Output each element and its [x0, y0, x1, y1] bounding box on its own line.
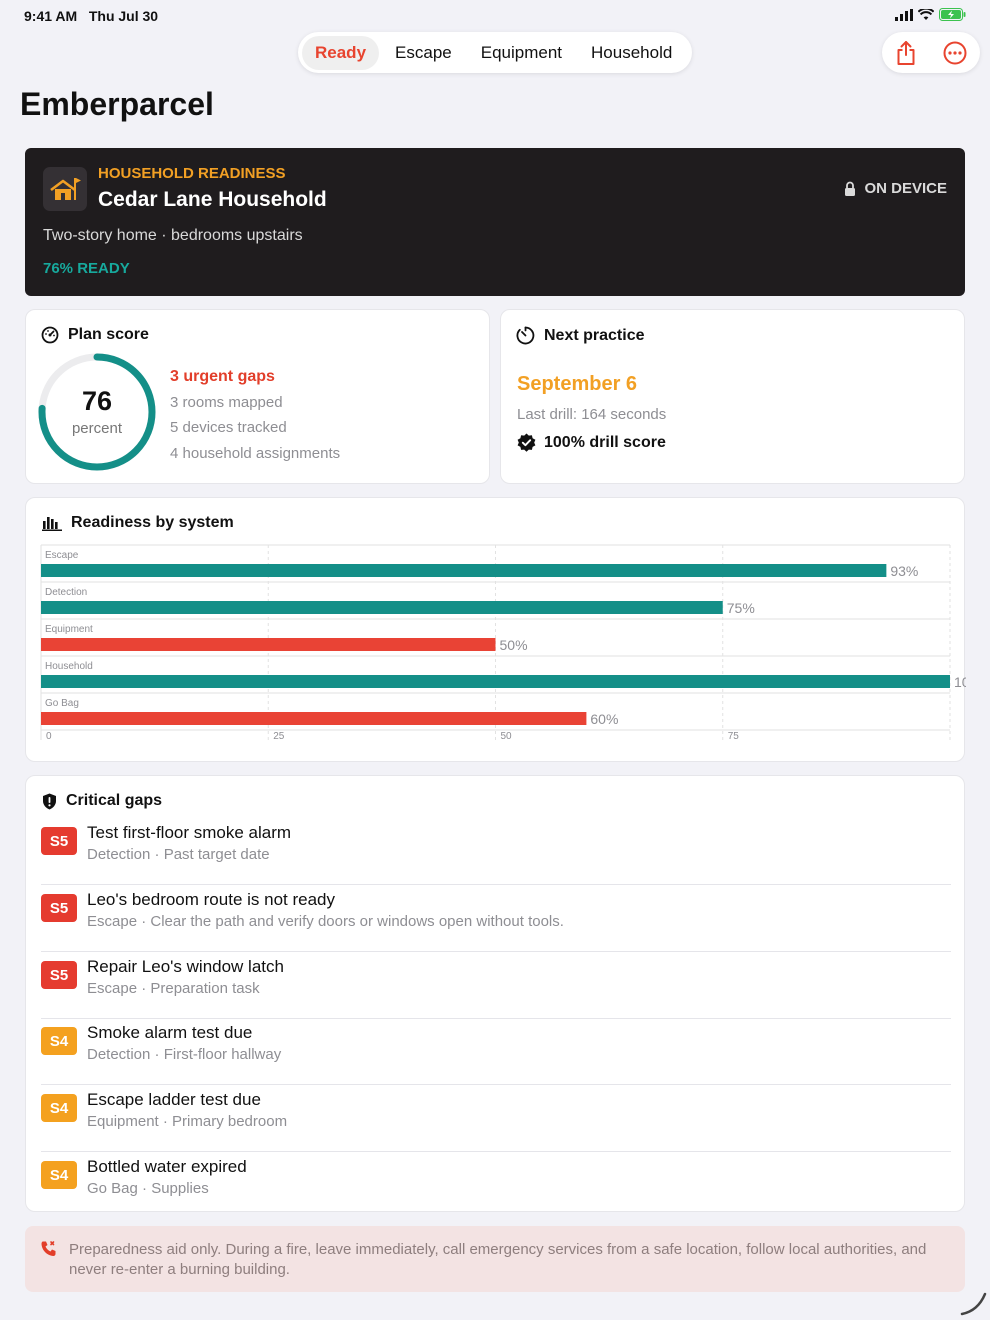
page-title: Emberparcel [20, 86, 214, 122]
plan-score-card: Plan score 76 percent 3 urgent gaps 3 ro… [25, 309, 490, 484]
drill-score: 100% drill score [517, 433, 666, 452]
household-description: Two-story home · bedrooms upstairs [43, 227, 303, 244]
wifi-icon [918, 8, 934, 20]
household-assignments: 4 household assignments [170, 444, 341, 462]
value-label: 50% [500, 637, 528, 653]
critical-gaps-title: Critical gaps [42, 792, 162, 810]
gap-item[interactable]: S5 Leo's bedroom route is not ready Esca… [41, 885, 951, 952]
hero-eyebrow: HOUSEHOLD READINESS [98, 165, 286, 182]
gap-title: Bottled water expired [87, 1157, 247, 1176]
house-flag-icon [43, 167, 87, 211]
category-label: Go Bag [45, 698, 79, 709]
gap-item[interactable]: S4 Escape ladder test due Equipment · Pr… [41, 1085, 951, 1152]
status-bar: 9:41 AM Thu Jul 30 [0, 0, 990, 32]
bar [41, 675, 950, 688]
gap-subtitle: Escape · Clear the path and verify doors… [87, 913, 564, 930]
bar [41, 638, 496, 651]
timer-icon [516, 326, 535, 345]
gap-subtitle: Detection · Past target date [87, 846, 270, 863]
gap-title: Smoke alarm test due [87, 1023, 253, 1042]
safety-disclaimer: Preparedness aid only. During a fire, le… [25, 1226, 965, 1292]
category-label: Household [45, 661, 93, 672]
category-label: Equipment [45, 624, 93, 635]
severity-badge: S4 [41, 1094, 77, 1122]
status-time: 9:41 AM Thu Jul 30 [24, 8, 159, 24]
tab-escape[interactable]: Escape [382, 36, 465, 70]
readiness-chart-card: Readiness by system Escape 93% Detection 75… [25, 497, 966, 762]
next-practice-card: Next practice September 6 Last drill: 16… [500, 309, 965, 484]
value-label: 100% [954, 674, 966, 690]
value-label: 93% [890, 563, 918, 579]
value-label: 75% [727, 600, 755, 616]
value-label: 60% [590, 711, 618, 727]
score-unit: percent [71, 420, 123, 437]
readiness-bar-chart: Escape 93% Detection 75% Equipment 50% Househo… [40, 544, 966, 742]
battery-icon [939, 8, 966, 21]
bar [41, 564, 887, 577]
shield-alert-icon [43, 793, 56, 809]
plan-stats: 3 urgent gaps 3 rooms mapped 5 devices t… [170, 364, 340, 466]
gap-item[interactable]: S4 Smoke alarm test due Detection · Firs… [41, 1018, 951, 1085]
x-tick-label: 75 [728, 731, 740, 742]
x-tick-label: 0 [46, 731, 52, 742]
gap-title: Repair Leo's window latch [87, 957, 284, 976]
corner-indicator [960, 1292, 987, 1316]
checkmark-seal-icon [517, 433, 536, 452]
gap-title: Leo's bedroom route is not ready [87, 890, 336, 909]
last-drill: Last drill: 164 seconds [517, 406, 667, 423]
toolbar [882, 32, 980, 73]
critical-gaps-card: Critical gaps S5 Test first-floor smoke … [25, 775, 965, 1212]
bar [41, 601, 723, 614]
gap-item[interactable]: S5 Repair Leo's window latch Escape · Pr… [41, 952, 951, 1019]
severity-badge: S5 [41, 894, 77, 922]
severity-badge: S5 [41, 961, 77, 989]
household-name: Cedar Lane Household [98, 188, 327, 211]
score-ring: 76 percent [35, 350, 159, 474]
status-icons [895, 8, 966, 21]
next-practice-date: September 6 [517, 373, 638, 395]
more-icon[interactable] [943, 41, 967, 65]
category-label: Detection [45, 587, 87, 598]
share-icon[interactable] [895, 40, 917, 66]
household-summary-card: HOUSEHOLD READINESS Cedar Lane Household… [25, 148, 965, 296]
signal-icon [895, 8, 913, 21]
next-practice-title: Next practice [516, 326, 645, 345]
plan-score-title: Plan score [41, 326, 149, 344]
gauge-icon [41, 326, 59, 344]
gap-subtitle: Escape · Preparation task [87, 980, 260, 997]
bar [41, 712, 587, 725]
gap-title: Test first-floor smoke alarm [87, 823, 292, 842]
severity-badge: S5 [41, 827, 77, 855]
tab-equipment[interactable]: Equipment [468, 36, 575, 70]
disclaimer-text: Preparedness aid only. During a fire, le… [69, 1241, 927, 1278]
gap-subtitle: Equipment · Primary bedroom [87, 1113, 288, 1130]
lock-icon [845, 181, 856, 196]
severity-badge: S4 [41, 1027, 77, 1055]
tab-ready[interactable]: Ready [302, 35, 380, 70]
urgent-gaps[interactable]: 3 urgent gaps [170, 364, 340, 390]
category-label: Escape [45, 550, 79, 561]
x-tick-label: 25 [273, 731, 285, 742]
score-value: 76 [81, 386, 113, 416]
gap-item[interactable]: S4 Bottled water expired Go Bag · Suppli… [41, 1152, 951, 1219]
ready-percentage: 76% READY [43, 260, 130, 277]
section-tabs: Ready Escape Equipment Household [298, 32, 692, 73]
devices-tracked: 5 devices tracked [170, 419, 287, 436]
gap-item[interactable]: S5 Test first-floor smoke alarm Detectio… [41, 818, 951, 885]
gap-subtitle: Go Bag · Supplies [87, 1180, 209, 1197]
rooms-mapped: 3 rooms mapped [170, 393, 283, 411]
severity-badge: S4 [41, 1161, 77, 1189]
on-device-badge: ON DEVICE [844, 180, 947, 197]
gap-title: Escape ladder test due [87, 1090, 261, 1109]
tab-household[interactable]: Household [578, 36, 685, 70]
x-tick-label: 50 [501, 731, 513, 742]
gap-subtitle: Detection · First-floor hallway [87, 1046, 282, 1063]
phone-alert-icon [41, 1241, 56, 1256]
